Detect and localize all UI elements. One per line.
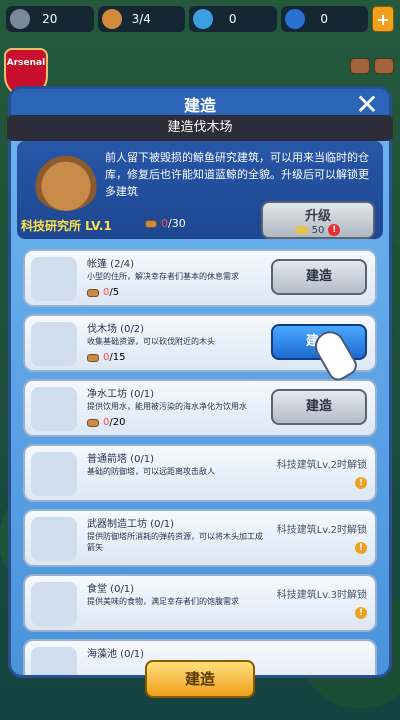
log-icons: [350, 58, 394, 74]
coin-icon: [295, 226, 308, 234]
unlock-requirement: 科技建筑Lv.3时解锁!: [276, 590, 367, 619]
tooltip: 建造伐木场: [7, 115, 393, 141]
log-icon: [145, 219, 157, 228]
weapon-workshop-icon: [31, 517, 77, 561]
add-currency-button[interactable]: +: [372, 6, 394, 32]
tech-level: 科技研究所 LV.1: [21, 219, 112, 233]
log-icon: [87, 288, 99, 297]
log-icon: [374, 58, 394, 74]
resource-diamond: 0: [280, 6, 368, 32]
water-workshop-icon: [31, 387, 77, 431]
canteen-icon: [31, 582, 77, 626]
list-item-canteen: 食堂 (0/1) 提供美味的食物，满足幸存者们的饱腹需求 科技建筑Lv.3时解锁…: [23, 574, 377, 632]
resource-water: 0: [189, 6, 277, 32]
build-button[interactable]: 建造: [271, 389, 367, 425]
upgrade-cost-display: 0/30: [145, 217, 186, 230]
water-drop-icon: [193, 9, 213, 29]
resource-population: 3/4: [97, 6, 185, 32]
build-dialog: 建造 ✕ 建造伐木场 前人留下被毁损的鲸鱼研究建筑，可以用来当临时的仓库，修复后…: [7, 86, 393, 678]
unlock-requirement: 科技建筑Lv.2时解锁!: [276, 525, 367, 554]
warning-icon: !: [355, 477, 367, 489]
research-building-icon: [31, 149, 101, 211]
info-description: 前人留下被毁损的鲸鱼研究建筑，可以用来当临时的仓库，修复后也许能知道蓝鲸的全貌。…: [105, 151, 369, 198]
seaweed-pool-icon: [31, 647, 77, 675]
list-item-weapon-workshop: 武器制造工坊 (0/1) 提供防御塔所消耗的弹药资源，可以将木头加工成箭矢 科技…: [23, 509, 377, 567]
lumber-mill-icon: [31, 322, 77, 366]
upgrade-button[interactable]: 升级 50!: [261, 201, 375, 239]
log-icon: [87, 418, 99, 427]
building-list: 帐篷 (2/4) 小型的住所，解决幸存者们基本的休息需求 0/5 建造 伐木场 …: [23, 249, 377, 675]
build-button[interactable]: 建造: [271, 259, 367, 295]
bottom-build-button[interactable]: 建造: [145, 660, 255, 698]
list-item-tent: 帐篷 (2/4) 小型的住所，解决幸存者们基本的休息需求 0/5 建造: [23, 249, 377, 307]
warning-icon: !: [328, 224, 341, 236]
list-item-arrow-tower: 普通箭塔 (0/1) 基础的防御塔，可以远距离攻击敌人 科技建筑Lv.2时解锁!: [23, 444, 377, 502]
warning-icon: !: [355, 542, 367, 554]
log-icon: [87, 353, 99, 362]
resource-gear: 20: [6, 6, 94, 32]
resource-bar: 20 3/4 0 0 +: [6, 6, 394, 32]
warning-icon: !: [355, 607, 367, 619]
log-icon: [350, 58, 370, 74]
unlock-requirement: 科技建筑Lv.2时解锁!: [276, 460, 367, 489]
diamond-icon: [284, 9, 305, 29]
tech-info-card: 前人留下被毁损的鲸鱼研究建筑，可以用来当临时的仓库，修复后也许能知道蓝鲸的全貌。…: [17, 141, 383, 239]
person-icon: [101, 9, 122, 29]
list-item-water-workshop: 净水工坊 (0/1) 提供饮用水，能用被污染的海水净化为饮用水 0/20 建造: [23, 379, 377, 437]
tower-icon: [31, 452, 77, 496]
tent-icon: [31, 257, 77, 301]
gear-icon: [10, 9, 30, 29]
